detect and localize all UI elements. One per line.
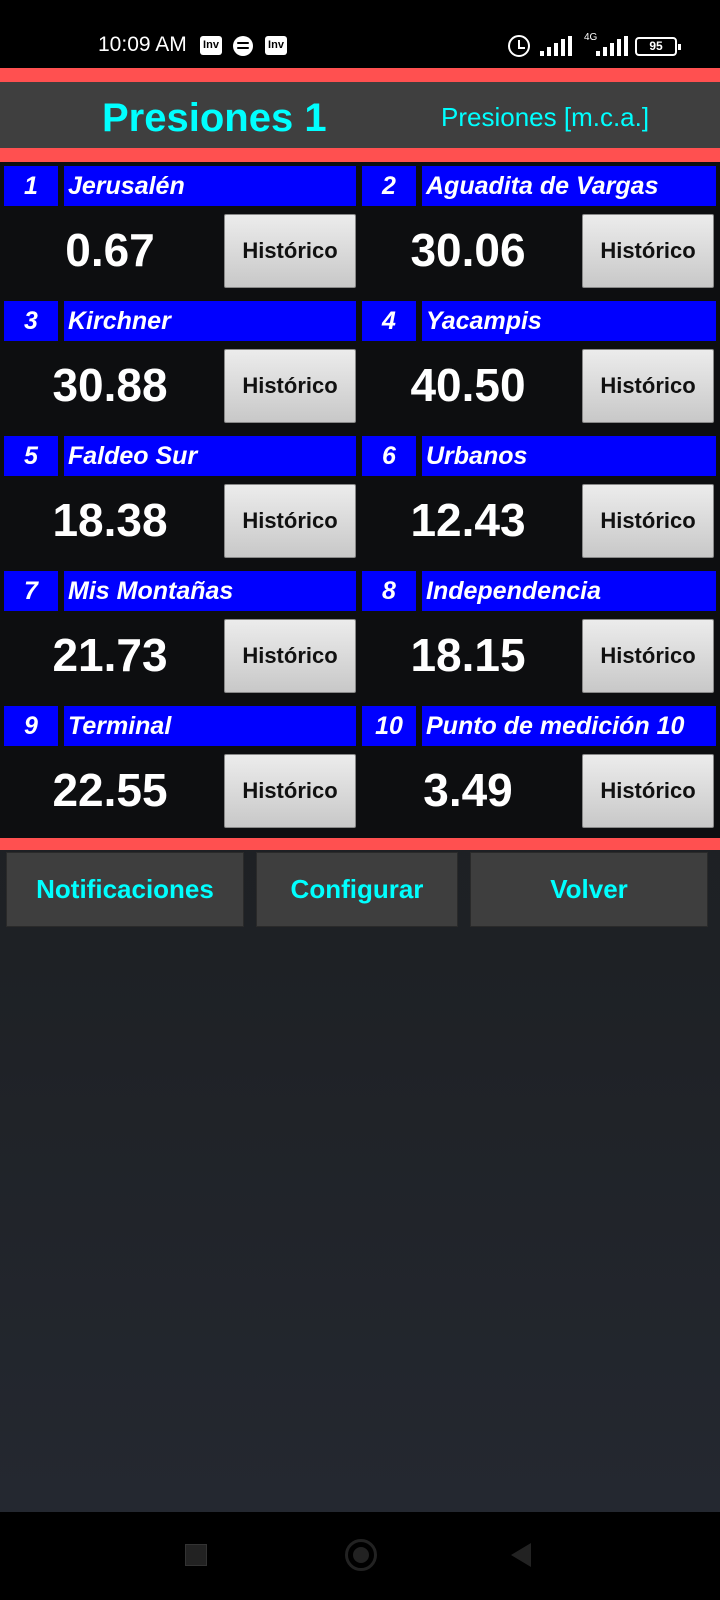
station-number: 8 — [362, 571, 416, 611]
pressure-value: 0.67 — [65, 224, 155, 276]
configure-button[interactable]: Configurar — [256, 852, 458, 927]
station-card: 4 Yacampis 40.50 Histórico — [362, 301, 718, 431]
pressure-value: 30.88 — [52, 359, 168, 411]
pressure-value: 3.49 — [423, 764, 513, 816]
pressure-value: 30.06 — [410, 224, 526, 276]
station-number: 2 — [362, 166, 416, 206]
grid-separator — [0, 838, 720, 850]
historico-button[interactable]: Histórico — [224, 754, 356, 828]
pressure-value: 18.15 — [410, 629, 526, 681]
station-name: Terminal — [64, 706, 356, 746]
station-number: 10 — [362, 706, 416, 746]
historico-button[interactable]: Histórico — [224, 619, 356, 693]
header-separator — [0, 148, 720, 162]
spotify-icon — [233, 36, 253, 56]
notifications-button[interactable]: Notificaciones — [6, 852, 244, 927]
pressure-value: 22.55 — [52, 764, 168, 816]
station-name: Mis Montañas — [64, 571, 356, 611]
historico-button[interactable]: Histórico — [224, 214, 356, 288]
status-bar: 10:09 AM Inv Inv 4G 95 — [0, 0, 720, 68]
historico-button[interactable]: Histórico — [582, 754, 714, 828]
station-card: 2 Aguadita de Vargas 30.06 Histórico — [362, 166, 718, 296]
units-label: Presiones [m.c.a.] — [441, 102, 650, 132]
station-card: 3 Kirchner 30.88 Histórico — [4, 301, 360, 431]
station-name: Kirchner — [64, 301, 356, 341]
signal-4g-icon — [596, 36, 630, 56]
station-name: Urbanos — [422, 436, 716, 476]
station-name: Jerusalén — [64, 166, 356, 206]
station-number: 3 — [4, 301, 58, 341]
signal-icon — [540, 36, 574, 56]
pressure-value: 18.38 — [52, 494, 168, 546]
station-card: 5 Faldeo Sur 18.38 Histórico — [4, 436, 360, 566]
pressure-value: 40.50 — [410, 359, 526, 411]
station-number: 6 — [362, 436, 416, 476]
station-card: 7 Mis Montañas 21.73 Histórico — [4, 571, 360, 701]
header-bar: Presiones 1 Presiones [m.c.a.] — [0, 82, 720, 148]
station-card: 10 Punto de medición 10 3.49 Histórico — [362, 706, 718, 836]
station-number: 7 — [4, 571, 58, 611]
navigation-bar — [0, 1512, 720, 1600]
stations-grid: 1 Jerusalén 0.67 Histórico 2 Aguadita de… — [0, 162, 720, 838]
battery-icon: 95 — [635, 37, 681, 56]
historico-button[interactable]: Histórico — [582, 349, 714, 423]
station-number: 1 — [4, 166, 58, 206]
station-card: 1 Jerusalén 0.67 Histórico — [4, 166, 360, 296]
pressure-value: 21.73 — [52, 629, 168, 681]
station-card: 6 Urbanos 12.43 Histórico — [362, 436, 718, 566]
station-number: 9 — [4, 706, 58, 746]
station-card: 9 Terminal 22.55 Histórico — [4, 706, 360, 836]
pressure-value: 12.43 — [410, 494, 526, 546]
top-separator — [0, 68, 720, 82]
status-time: 10:09 AM — [98, 33, 187, 56]
historico-button[interactable]: Histórico — [224, 484, 356, 558]
home-icon[interactable] — [345, 1539, 377, 1571]
station-name: Independencia — [422, 571, 716, 611]
station-number: 4 — [362, 301, 416, 341]
inv-app-icon: Inv — [200, 36, 222, 55]
historico-button[interactable]: Histórico — [582, 214, 714, 288]
recents-icon[interactable] — [185, 1544, 207, 1566]
station-name: Faldeo Sur — [64, 436, 356, 476]
alarm-icon — [508, 35, 530, 57]
station-name: Yacampis — [422, 301, 716, 341]
back-nav-icon[interactable] — [511, 1543, 531, 1567]
historico-button[interactable]: Histórico — [224, 349, 356, 423]
back-button[interactable]: Volver — [470, 852, 708, 927]
station-card: 8 Independencia 18.15 Histórico — [362, 571, 718, 701]
historico-button[interactable]: Histórico — [582, 484, 714, 558]
station-name: Aguadita de Vargas — [422, 166, 716, 206]
station-number: 5 — [4, 436, 58, 476]
page-title: Presiones 1 — [102, 96, 327, 140]
inv-app-icon: Inv — [265, 36, 287, 55]
station-name: Punto de medición 10 — [422, 706, 716, 746]
historico-button[interactable]: Histórico — [582, 619, 714, 693]
